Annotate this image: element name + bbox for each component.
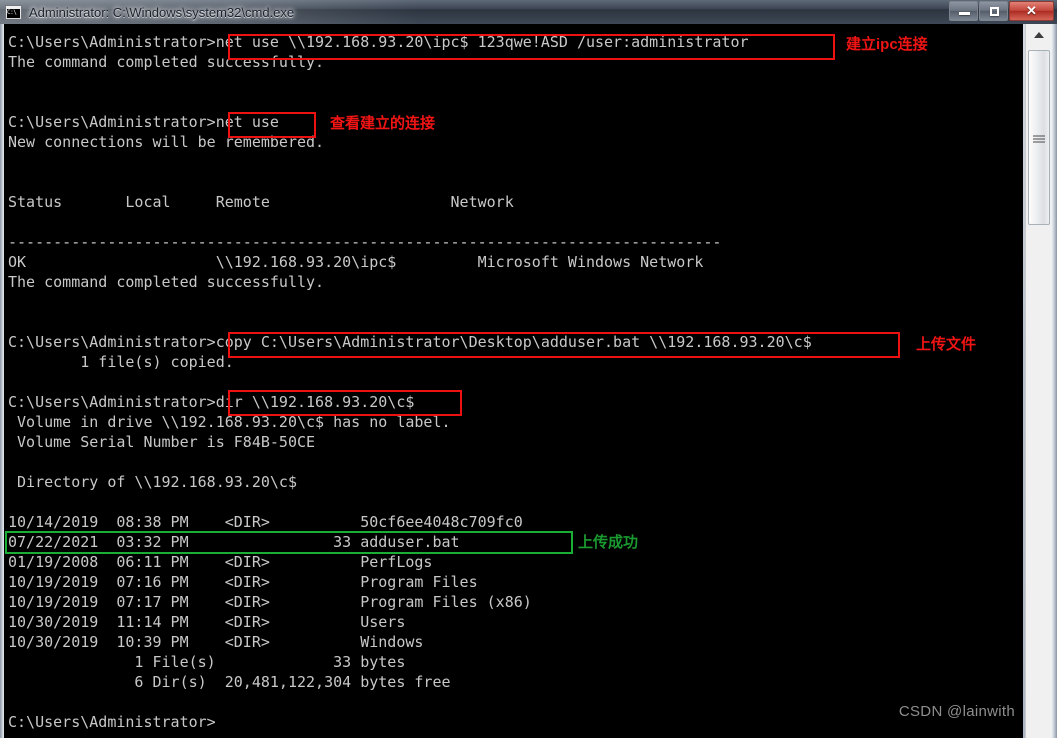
annotation-note-upload: 上传文件: [916, 336, 977, 353]
console-line: Volume Serial Number is F84B-50CE: [8, 433, 316, 451]
console-output-area[interactable]: C:\Users\Administrator>net use \\192.168…: [4, 24, 1023, 738]
console-line: 1 file(s) copied.: [8, 353, 234, 371]
vertical-scrollbar[interactable]: [1025, 24, 1052, 738]
cmd-window: Administrator: C:\Windows\system32\cmd.e…: [0, 0, 1057, 738]
console-line: Status Local Remote Network: [8, 193, 514, 211]
cmd-window-icon[interactable]: [5, 4, 22, 20]
annotation-note-netuse: 查看建立的连接: [330, 115, 436, 132]
console-line: C:\Users\Administrator>net use \\192.168…: [8, 33, 749, 51]
console-line: 10/30/2019 10:39 PM <DIR> Windows: [8, 633, 424, 651]
console-line: New connections will be remembered.: [8, 133, 325, 151]
csdn-watermark: CSDN @lainwith: [898, 703, 1015, 720]
console-line: 1 File(s) 33 bytes: [8, 653, 406, 671]
close-icon: ✕: [1026, 3, 1037, 18]
console-line: Volume in drive \\192.168.93.20\c$ has n…: [8, 413, 451, 431]
maximize-icon: [990, 7, 999, 16]
console-line: OK \\192.168.93.20\ipc$ Microsoft Window…: [8, 253, 704, 271]
window-title: Administrator: C:\Windows\system32\cmd.e…: [29, 4, 295, 20]
window-controls: ✕: [948, 1, 1054, 21]
maximize-button[interactable]: [979, 1, 1008, 21]
close-button[interactable]: ✕: [1009, 1, 1054, 21]
window-border-right: [1052, 24, 1057, 738]
minimize-button[interactable]: [949, 1, 978, 21]
minimize-icon: [959, 12, 970, 15]
console-line: 10/30/2019 11:14 PM <DIR> Users: [8, 613, 406, 631]
console-line: C:\Users\Administrator>dir \\192.168.93.…: [8, 393, 415, 411]
console-line: 01/19/2008 06:11 PM <DIR> PerfLogs: [8, 553, 433, 571]
console-line: 10/19/2019 07:17 PM <DIR> Program Files …: [8, 593, 532, 611]
console-line: 6 Dir(s) 20,481,122,304 bytes free: [8, 673, 451, 691]
scrollbar-thumb[interactable]: [1028, 50, 1050, 225]
console-line: 07/22/2021 03:32 PM 33 adduser.bat: [8, 533, 460, 551]
console-line: C:\Users\Administrator>copy C:\Users\Adm…: [8, 333, 812, 351]
console-line: Directory of \\192.168.93.20\c$: [8, 473, 297, 491]
scrollbar-grip-icon: [1033, 133, 1045, 142]
console-line: 10/14/2019 08:38 PM <DIR> 50cf6ee4048c70…: [8, 513, 523, 531]
title-bar[interactable]: Administrator: C:\Windows\system32\cmd.e…: [0, 0, 1057, 24]
scroll-up-arrow-icon[interactable]: [1026, 24, 1052, 46]
console-line: The command completed successfully.: [8, 273, 325, 291]
console-line: The command completed successfully.: [8, 53, 325, 71]
console-line: C:\Users\Administrator>: [8, 713, 216, 731]
console-line: C:\Users\Administrator>net use: [8, 113, 279, 131]
annotation-note-ipc: 建立ipc连接: [846, 36, 928, 53]
console-line: 10/19/2019 07:16 PM <DIR> Program Files: [8, 573, 478, 591]
annotation-note-success: 上传成功: [578, 534, 639, 551]
console-line: ----------------------------------------…: [8, 233, 722, 251]
